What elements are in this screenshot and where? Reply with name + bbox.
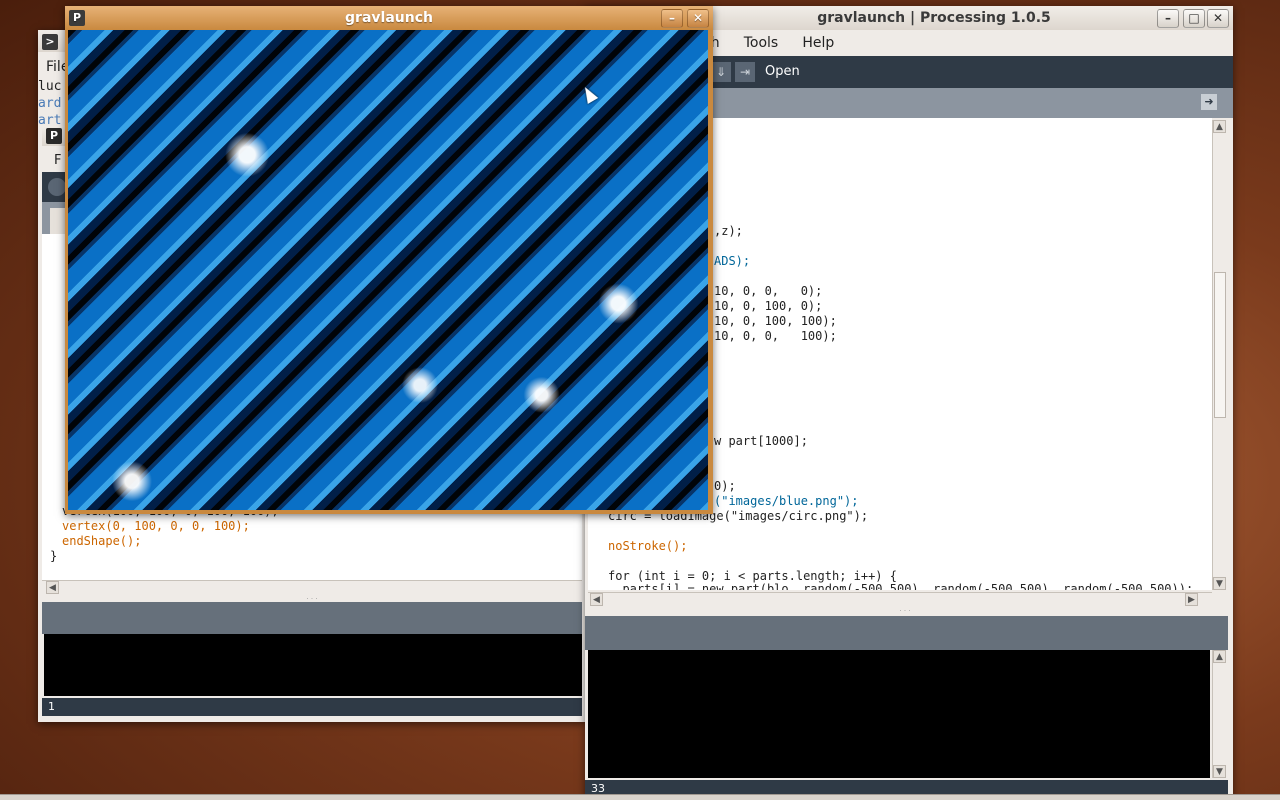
processing-icon: P [69, 10, 85, 26]
sketch-canvas[interactable] [68, 30, 708, 510]
code-text: 10, 0, 100, 0); [714, 299, 823, 313]
code-text: 10, 0, 100, 100); [714, 314, 837, 328]
scroll-left-icon[interactable]: ◀ [46, 581, 59, 594]
code-text: parts[i] = new part(blo, random(-500,500… [608, 582, 1194, 590]
minimize-button[interactable]: – [661, 9, 683, 28]
scroll-thumb[interactable] [1214, 272, 1226, 418]
menu-help[interactable]: Help [792, 30, 844, 56]
tab-menu-arrow-icon[interactable]: ➜ [1201, 94, 1217, 110]
code-line: 10, 0, 100, 100); [714, 314, 837, 328]
code-text: 10, 0, 0, 100); [714, 329, 837, 343]
close-button[interactable]: ✕ [687, 9, 709, 28]
sketch-window: P gravlaunch – ✕ [65, 6, 713, 514]
export-icon[interactable]: ⇥ [735, 62, 755, 82]
processing-icon: P [46, 128, 62, 144]
pde-left-console [44, 634, 582, 696]
sketch-titlebar[interactable]: P gravlaunch – ✕ [65, 6, 713, 30]
code-text: 0); [714, 479, 736, 493]
bottom-panel [0, 794, 1280, 800]
code-text: endShape(); [62, 534, 142, 548]
code-line: vertex(0, 100, 0, 0, 100); [62, 519, 250, 533]
run-button[interactable] [48, 178, 66, 196]
menu-tools[interactable]: Tools [734, 30, 789, 56]
code-text: w part[1000]; [714, 434, 808, 448]
sketch-tab[interactable] [50, 208, 66, 234]
code-line: } [50, 549, 57, 563]
code-line: 10, 0, 0, 100); [714, 329, 837, 343]
code-text: for (int i = 0; i < parts.length; i++) { [608, 569, 897, 583]
pde-right-hscrollbar[interactable]: ◀ ▶ [588, 592, 1212, 607]
code-text: ADS); [714, 254, 751, 268]
code-line: ,z); [714, 224, 743, 238]
maximize-button[interactable]: □ [1183, 9, 1205, 28]
code-line: noStroke(); [608, 539, 687, 553]
save-icon[interactable]: ⇓ [711, 62, 731, 82]
code-text: 10, 0, 0, 0); [714, 284, 823, 298]
scroll-up-icon[interactable]: ▲ [1213, 120, 1226, 133]
code-text: noStroke(); [608, 539, 688, 553]
pde-right-console-scrollbar[interactable]: ▲ ▼ [1212, 650, 1227, 778]
side-text-1: luc [38, 79, 62, 94]
scroll-left-icon[interactable]: ◀ [590, 593, 603, 606]
console-scroll-down-icon[interactable]: ▼ [1213, 765, 1226, 778]
pde-right-vscrollbar[interactable]: ▲ ▼ [1212, 120, 1227, 590]
code-line: ADS); [714, 254, 750, 268]
pde-right-divider[interactable]: · · · [585, 607, 1225, 615]
pde-right-console [588, 650, 1210, 778]
console-scroll-up-icon[interactable]: ▲ [1213, 650, 1226, 663]
close-button[interactable]: ✕ [1207, 9, 1229, 28]
toolbar-status-label: Open [765, 64, 800, 79]
code-line: for (int i = 0; i < parts.length; i++) { [608, 569, 897, 583]
scroll-right-icon[interactable]: ▶ [1185, 593, 1198, 606]
pde-right-message-area [585, 616, 1228, 650]
code-line: endShape(); [62, 534, 141, 548]
code-text: vertex(0, 100, 0, 0, 100); [62, 519, 250, 533]
window-title: gravlaunch | Processing 1.0.5 [817, 10, 1051, 26]
window-title: gravlaunch [345, 10, 433, 26]
line-number: 1 [48, 700, 55, 713]
scroll-down-icon[interactable]: ▼ [1213, 577, 1226, 590]
code-line: 10, 0, 100, 0); [714, 299, 822, 313]
minimize-button[interactable]: – [1157, 9, 1179, 28]
code-line: 0); [714, 479, 736, 493]
code-text: ,z); [714, 224, 743, 238]
code-line: ("images/blue.png"); [714, 494, 859, 508]
pde-left-message-area [42, 602, 582, 634]
pde-left-statusline: 1 [42, 698, 582, 716]
code-text: } [50, 549, 58, 563]
side-text-2: ard [38, 96, 62, 111]
code-line: 10, 0, 0, 0); [714, 284, 822, 298]
code-text: ("images/blue.png"); [714, 494, 859, 508]
terminal-icon: > [42, 34, 58, 50]
code-line: parts[i] = new part(blo, random(-500,500… [608, 582, 1193, 590]
pde-left-sidetext: luc ard art [38, 78, 61, 129]
code-line: w part[1000]; [714, 434, 808, 448]
pde-left-hscrollbar[interactable]: ◀ [42, 580, 582, 595]
